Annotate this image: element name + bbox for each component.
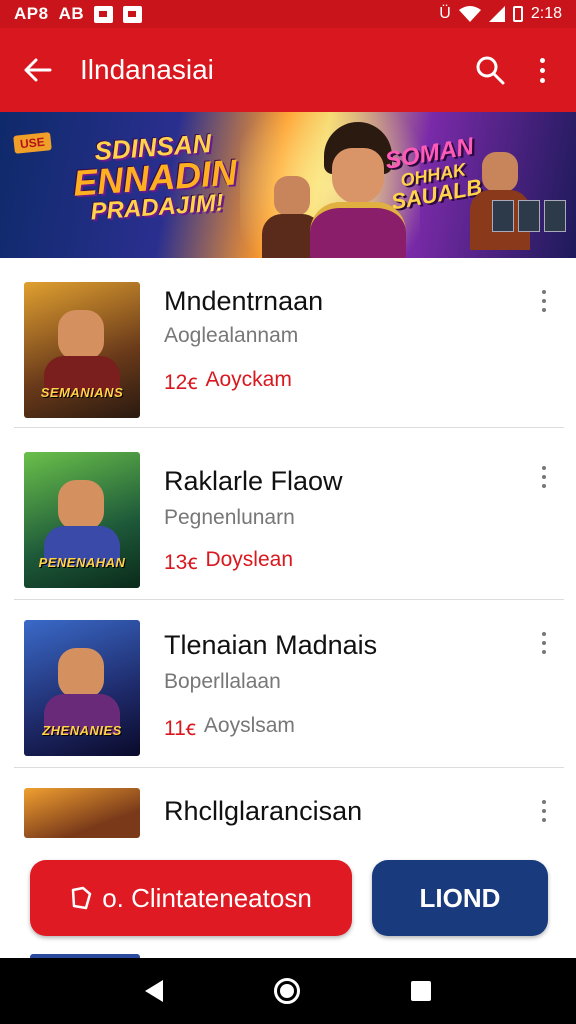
promo-banner[interactable]: USE SDINSAN ENNADIN PRADAJIM! SOMAN OHHA… (0, 112, 576, 258)
banner-tag: USE (13, 132, 52, 154)
game-thumbnail: ZHENANIES (24, 620, 140, 756)
rating-label: Aoyslsam (203, 714, 295, 737)
list-item[interactable]: PENENAHAN Raklarle Flaow Pegnenlunarn 13… (0, 428, 576, 600)
primary-action-label: o. Clintateneatosn (102, 883, 312, 914)
more-vert-icon (542, 466, 546, 488)
game-thumbnail: SEMANIANS (24, 282, 140, 418)
search-button[interactable] (460, 28, 520, 112)
rating-value: 11ꞓ (164, 717, 196, 740)
status-text-2: AB (58, 4, 85, 23)
coin-icon (71, 886, 92, 910)
page-title: Ilndanasiai (80, 54, 214, 85)
app-bar: Ilndanasiai (0, 28, 576, 112)
primary-action-prefix: o. (102, 882, 124, 913)
item-more-button[interactable] (532, 286, 556, 316)
list-item[interactable]: ZHENANIES Tlenaian Madnais Boperllalaan … (0, 600, 576, 768)
game-rating: 11ꞓ Aoyslsam (164, 714, 295, 742)
secondary-action-button[interactable]: LIOND (372, 860, 548, 936)
back-button[interactable] (0, 28, 76, 112)
list-item[interactable]: SEMANIANS Mndentrnaan Aoglealannam 12ꞓ A… (0, 258, 576, 428)
nav-home-icon[interactable] (273, 978, 300, 1004)
game-subtitle: Boperllalaan (164, 670, 281, 693)
game-subtitle: Pegnenlunarn (164, 506, 295, 529)
nav-back-icon[interactable] (145, 980, 164, 1002)
more-options-button[interactable] (520, 28, 564, 112)
banner-cards (492, 200, 566, 232)
game-thumbnail: PENENAHAN (24, 452, 140, 588)
game-list: SEMANIANS Mndentrnaan Aoglealannam 12ꞓ A… (0, 258, 576, 838)
game-title: Rhcllglarancisan (164, 796, 363, 826)
status-text: AP8 (14, 4, 49, 23)
more-vert-icon (539, 57, 545, 83)
wifi-icon (458, 6, 481, 22)
game-rating: 12ꞓ Aoyckam (164, 368, 292, 396)
more-vert-icon (542, 632, 546, 654)
more-vert-icon (542, 800, 546, 822)
action-bar: o. Clintateneatosn LIOND (0, 842, 576, 960)
arrow-left-icon (24, 58, 52, 82)
status-bar: AP8 AB Ü 2:18 (0, 0, 576, 28)
game-title: Raklarle Flaow (164, 466, 343, 496)
item-more-button[interactable] (532, 628, 556, 658)
game-rating: 13ꞓ Doyslean (164, 548, 293, 576)
rating-label: Doyslean (205, 548, 294, 571)
list-item[interactable]: Rhcllglarancisan (0, 768, 576, 838)
primary-action-button[interactable]: o. Clintateneatosn (30, 860, 352, 936)
game-title: Mndentrnaan (164, 286, 324, 316)
signal-icon (488, 6, 505, 22)
rating-label: Aoyckam (205, 368, 292, 391)
search-icon (476, 56, 505, 85)
primary-action-text: Clintateneatosn (131, 882, 312, 913)
game-subtitle: Aoglealannam (164, 324, 299, 347)
notification-icon (123, 5, 143, 23)
battery-icon (512, 6, 523, 22)
vibrate-icon: Ü (439, 5, 451, 22)
nav-recent-icon[interactable] (410, 981, 431, 1001)
system-nav-bar (0, 958, 576, 1024)
more-vert-icon (542, 290, 546, 312)
rating-value: 13ꞓ (164, 551, 198, 574)
item-more-button[interactable] (532, 462, 556, 492)
game-thumbnail (24, 788, 140, 838)
status-time: 2:18 (530, 5, 562, 22)
rating-value: 12ꞓ (164, 371, 198, 394)
notification-icon (94, 5, 114, 23)
item-more-button[interactable] (532, 796, 556, 826)
banner-title: SDINSAN ENNADIN PRADAJIM! (57, 127, 253, 226)
game-title: Tlenaian Madnais (164, 630, 378, 660)
